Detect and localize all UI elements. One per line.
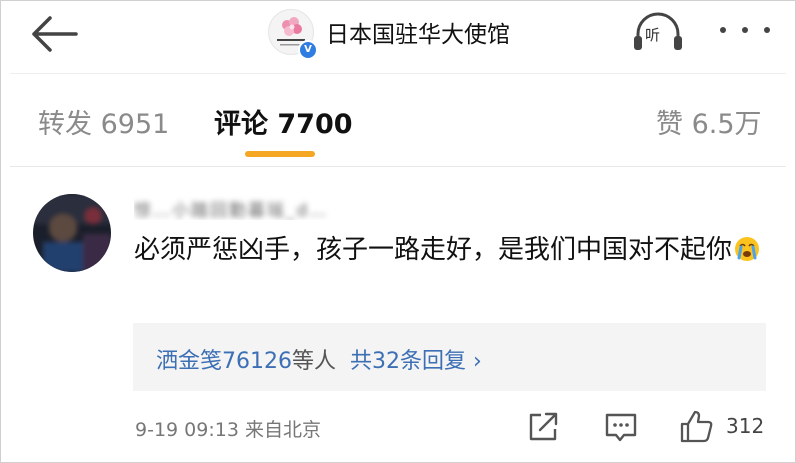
replies-preview[interactable]: 洒金笺76126等人 共32条回复 › [133, 323, 766, 391]
comment-bubble-icon[interactable] [604, 408, 638, 444]
listen-headphones-icon[interactable]: 听 [630, 10, 686, 56]
comment-text: 必须严惩凶手，孩子一路走好，是我们中国对不起你 [134, 230, 774, 270]
like-count: 312 [726, 414, 765, 438]
reply-count[interactable]: 共32条回复 [350, 349, 466, 374]
thumbs-up-icon [680, 410, 713, 443]
top-bar: V 日本国驻华大使馆 听 [0, 0, 796, 72]
listen-label: 听 [645, 26, 661, 44]
crying-face-icon [734, 234, 760, 261]
reply-user[interactable]: 洒金笺76126 [156, 349, 292, 374]
commenter-username[interactable]: 惊…小踏回勤暮瑶_d… [134, 196, 404, 220]
comment-meta: 9-19 09:13 来自北京 [135, 415, 321, 442]
commenter-avatar[interactable] [33, 194, 111, 272]
like-button[interactable]: 312 [678, 408, 768, 444]
comment-body: 必须严惩凶手，孩子一路走好，是我们中国对不起你 [134, 235, 733, 265]
share-icon[interactable] [527, 408, 561, 444]
tab-reposts[interactable]: 转发 6951 [38, 102, 169, 141]
replies-link[interactable]: 洒金笺76126等人 共32条回复 › [156, 343, 482, 375]
tab-comments[interactable]: 评论 7700 [214, 102, 353, 141]
comment-timestamp: 9-19 09:13 [135, 419, 239, 441]
reply-others: 等人 [292, 349, 337, 374]
comment-source: 来自北京 [244, 419, 321, 441]
tab-likes[interactable]: 赞 6.5万 [656, 102, 762, 141]
account-name[interactable]: 日本国驻华大使馆 [326, 15, 510, 49]
more-dots-icon[interactable] [720, 18, 770, 42]
active-tab-indicator [245, 151, 315, 157]
back-arrow-icon[interactable] [26, 12, 82, 56]
verified-badge-icon: V [298, 40, 318, 60]
divider [10, 166, 786, 167]
chevron-right-icon: › [473, 349, 482, 374]
divider [10, 73, 786, 74]
